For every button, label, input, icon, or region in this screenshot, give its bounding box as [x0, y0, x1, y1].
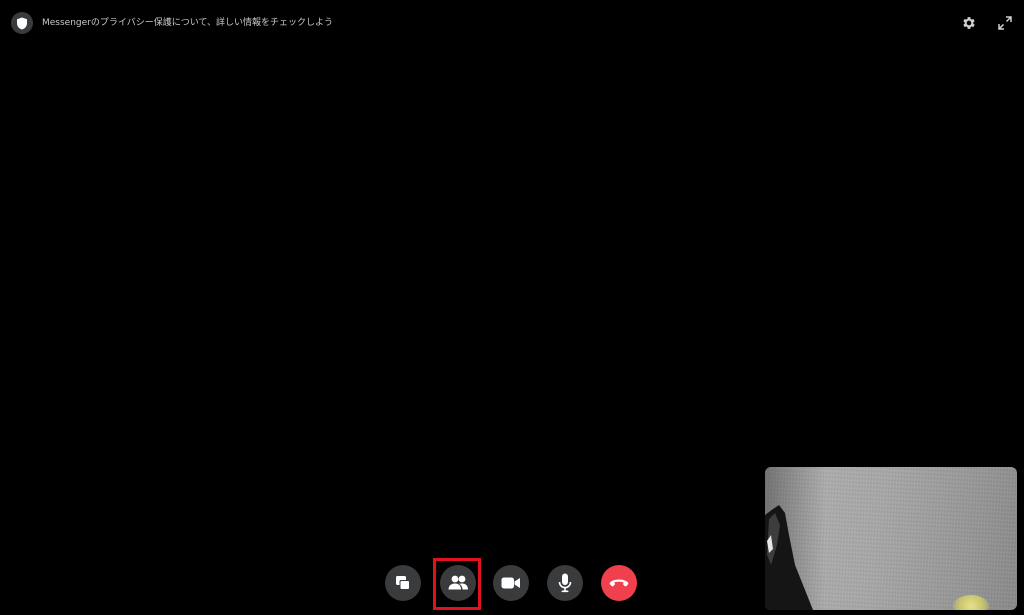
preview-light-spot	[953, 595, 989, 610]
preview-object	[765, 505, 813, 610]
privacy-info-link[interactable]: Messengerのプライバシー保護について、詳しい情報をチェックしよう	[42, 17, 333, 29]
gear-icon	[963, 17, 975, 29]
end-call-button[interactable]	[601, 565, 637, 601]
screen-share-icon	[396, 576, 410, 590]
people-icon	[448, 575, 468, 590]
phone-hangup-icon	[609, 579, 629, 587]
expand-icon	[998, 16, 1012, 30]
shield-icon	[17, 17, 27, 29]
fullscreen-button[interactable]	[995, 13, 1015, 33]
self-camera-preview[interactable]	[765, 467, 1017, 610]
video-call-window: Messengerのプライバシー保護について、詳しい情報をチェックしよう	[0, 0, 1024, 615]
privacy-shield-button[interactable]	[11, 12, 33, 34]
microphone-icon	[558, 573, 572, 593]
video-camera-icon	[501, 577, 520, 589]
video-toggle-button[interactable]	[493, 565, 529, 601]
microphone-toggle-button[interactable]	[547, 565, 583, 601]
participants-button[interactable]	[440, 565, 476, 601]
settings-button[interactable]	[959, 13, 979, 33]
screen-share-button[interactable]	[385, 565, 421, 601]
